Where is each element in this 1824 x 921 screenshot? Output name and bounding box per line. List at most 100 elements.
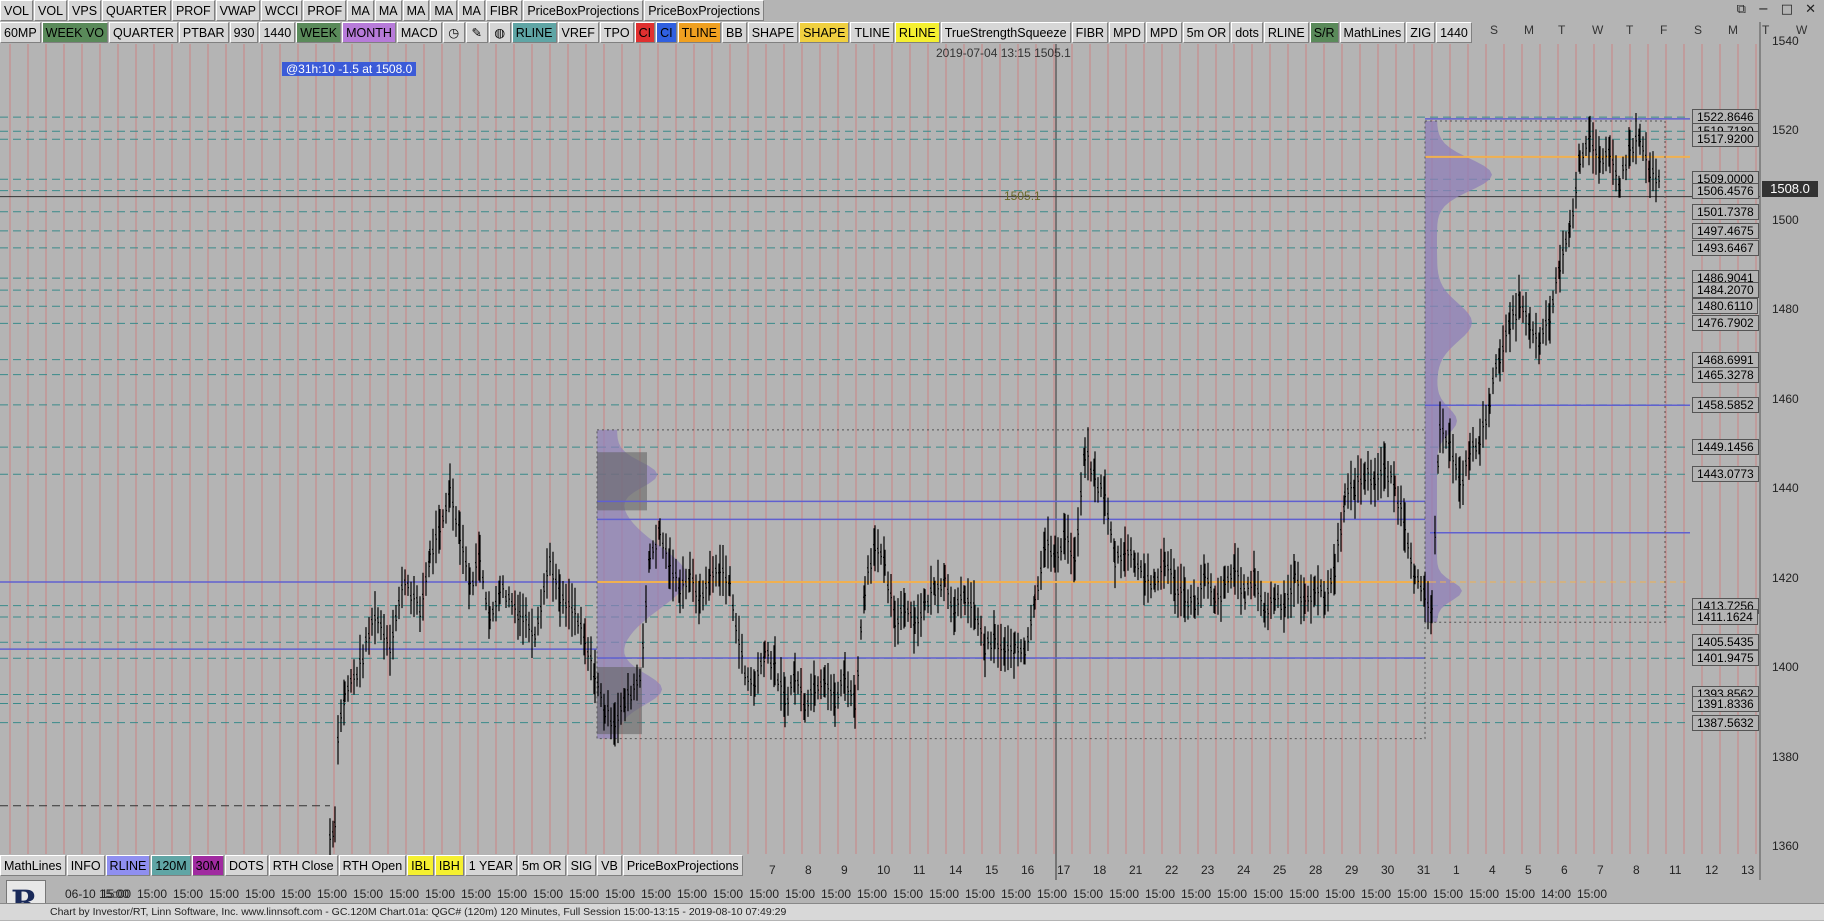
bottom-time-label: 15:00	[1145, 887, 1175, 901]
bottom-button-12[interactable]: SIG	[566, 855, 597, 876]
second-button-0[interactable]: 60MP	[0, 22, 41, 43]
bottom-button-10[interactable]: 1 YEAR	[464, 855, 517, 876]
top-button-5[interactable]: VWAP	[215, 0, 261, 21]
second-button-23[interactable]: TrueStrengthSqueeze	[940, 22, 1071, 43]
bottom-time-label: 15:00	[641, 887, 671, 901]
top-button-9[interactable]: MA	[374, 0, 402, 21]
top-day-letter: T	[1558, 23, 1566, 37]
second-button-24[interactable]: FIBR	[1071, 22, 1109, 43]
bottom-date-number: 25	[1273, 863, 1287, 877]
restore-icon[interactable]: ⧉	[1737, 2, 1746, 17]
bottom-button-13[interactable]: VB	[597, 855, 622, 876]
bottom-date-number: 11	[1669, 863, 1682, 877]
bottom-button-11[interactable]: 5m OR	[518, 855, 566, 876]
second-button-7[interactable]: MONTH	[342, 22, 396, 43]
second-button-8[interactable]: MACD	[396, 22, 442, 43]
close-icon[interactable]: ✕	[1805, 2, 1816, 17]
bottom-time-label: 15:00	[1469, 887, 1499, 901]
globe-icon[interactable]: ◍	[488, 22, 511, 43]
second-button-5[interactable]: 1440	[259, 22, 296, 43]
second-button-2[interactable]: QUARTER	[109, 22, 178, 43]
pencil-icon[interactable]: ✎	[465, 22, 488, 43]
second-button-14[interactable]: TPO	[599, 22, 634, 43]
second-button-19[interactable]: SHAPE	[747, 22, 799, 43]
indicator-toolbar-bottom: MathLines INFO RLINE 120M 30M DOTS RTH Close RT…	[0, 855, 744, 876]
maximize-icon[interactable]: □	[1781, 2, 1793, 17]
top-button-6[interactable]: WCCI	[261, 0, 303, 21]
second-button-12[interactable]: RLINE	[511, 22, 557, 43]
second-button-4[interactable]: 930	[229, 22, 259, 43]
bottom-time-label: 15:00	[245, 887, 275, 901]
bottom-time-label: 15:00	[209, 887, 239, 901]
top-day-letter: M	[1728, 23, 1738, 37]
bottom-button-9[interactable]: IBH	[434, 855, 464, 876]
second-button-32[interactable]: ZIG	[1406, 22, 1436, 43]
top-button-11[interactable]: MA	[430, 0, 458, 21]
top-button-1[interactable]: VOL	[34, 0, 68, 21]
top-button-14[interactable]: PriceBoxProjections	[523, 0, 644, 21]
top-button-3[interactable]: QUARTER	[102, 0, 171, 21]
second-button-18[interactable]: BB	[722, 22, 747, 43]
top-button-10[interactable]: MA	[402, 0, 430, 21]
y-axis-tick-label: 1540	[1772, 33, 1799, 48]
plot-area	[0, 44, 1760, 854]
second-button-21[interactable]: TLINE	[850, 22, 894, 43]
second-button-29[interactable]: RLINE	[1263, 22, 1309, 43]
top-day-letter: T	[1762, 23, 1770, 37]
bottom-button-2[interactable]: RLINE	[105, 855, 151, 876]
second-button-27[interactable]: 5m OR	[1182, 22, 1231, 43]
bottom-button-6[interactable]: RTH Close	[268, 855, 338, 876]
bottom-date-number: 7	[1597, 863, 1604, 877]
second-button-22[interactable]: RLINE	[894, 22, 940, 43]
top-button-7[interactable]: PROF	[303, 0, 347, 21]
clock-icon[interactable]: ◷	[442, 22, 465, 43]
bottom-time-label: 15:00	[1433, 887, 1463, 901]
top-button-13[interactable]: FIBR	[485, 0, 523, 21]
price-level-label: 1401.9475	[1692, 650, 1759, 667]
y-axis-tick-label: 1520	[1772, 123, 1799, 137]
price-level-label: 1411.1624	[1692, 609, 1758, 626]
top-button-15[interactable]: PriceBoxProjections	[644, 0, 765, 21]
bottom-date-number: 24	[1237, 863, 1251, 877]
minimize-icon[interactable]: −	[1758, 2, 1769, 17]
bottom-date-number: 7	[769, 863, 776, 877]
second-button-28[interactable]: dots	[1231, 22, 1263, 43]
second-button-16[interactable]: CI	[656, 22, 677, 43]
second-button-30[interactable]: S/R	[1309, 22, 1339, 43]
bottom-button-7[interactable]: RTH Open	[338, 855, 407, 876]
second-button-17[interactable]: TLINE	[677, 22, 722, 43]
window-controls: ⧉ − □ ✕	[1729, 0, 1824, 19]
second-button-6[interactable]: WEEK	[296, 22, 342, 43]
top-button-4[interactable]: PROF	[171, 0, 215, 21]
second-button-13[interactable]: VREF	[557, 22, 599, 43]
bottom-time-label: 15:00	[173, 887, 203, 901]
top-button-12[interactable]: MA	[458, 0, 485, 21]
second-button-25[interactable]: MPD	[1109, 22, 1145, 43]
top-button-2[interactable]: VPS	[68, 0, 102, 21]
bottom-button-4[interactable]: 30M	[191, 855, 224, 876]
second-button-3[interactable]: PTBAR	[178, 22, 229, 43]
second-button-20[interactable]: SHAPE	[799, 22, 850, 43]
bottom-button-1[interactable]: INFO	[66, 855, 105, 876]
bottom-date-number: 17	[1057, 863, 1071, 877]
top-button-8[interactable]: MA	[347, 0, 374, 21]
bottom-button-5[interactable]: DOTS	[224, 855, 268, 876]
price-level-label: 1458.5852	[1692, 396, 1759, 413]
bottom-button-0[interactable]: MathLines	[0, 855, 66, 876]
bottom-button-14[interactable]: PriceBoxProjections	[622, 855, 743, 876]
price-chart[interactable]: MTWTFSMTWTFSMTW3478910111415161718212223…	[0, 0, 1824, 919]
bottom-date-number: 30	[1381, 863, 1395, 877]
top-day-letter: M	[1524, 23, 1534, 37]
second-button-1[interactable]: WEEK VO	[41, 22, 108, 43]
y-axis-tick-label: 1420	[1772, 570, 1799, 585]
bottom-time-label: 15:00	[893, 887, 923, 901]
second-button-33[interactable]: 1440	[1436, 22, 1472, 43]
bottom-button-3[interactable]: 120M	[151, 855, 191, 876]
top-button-0[interactable]: VOL	[0, 0, 34, 21]
second-button-15[interactable]: CI	[634, 22, 656, 43]
bottom-button-8[interactable]: IBL	[407, 855, 434, 876]
second-button-31[interactable]: MathLines	[1339, 22, 1406, 43]
price-level-label: 1476.7902	[1692, 315, 1759, 332]
second-button-26[interactable]: MPD	[1145, 22, 1182, 43]
price-level-label: 1443.0773	[1692, 466, 1759, 483]
